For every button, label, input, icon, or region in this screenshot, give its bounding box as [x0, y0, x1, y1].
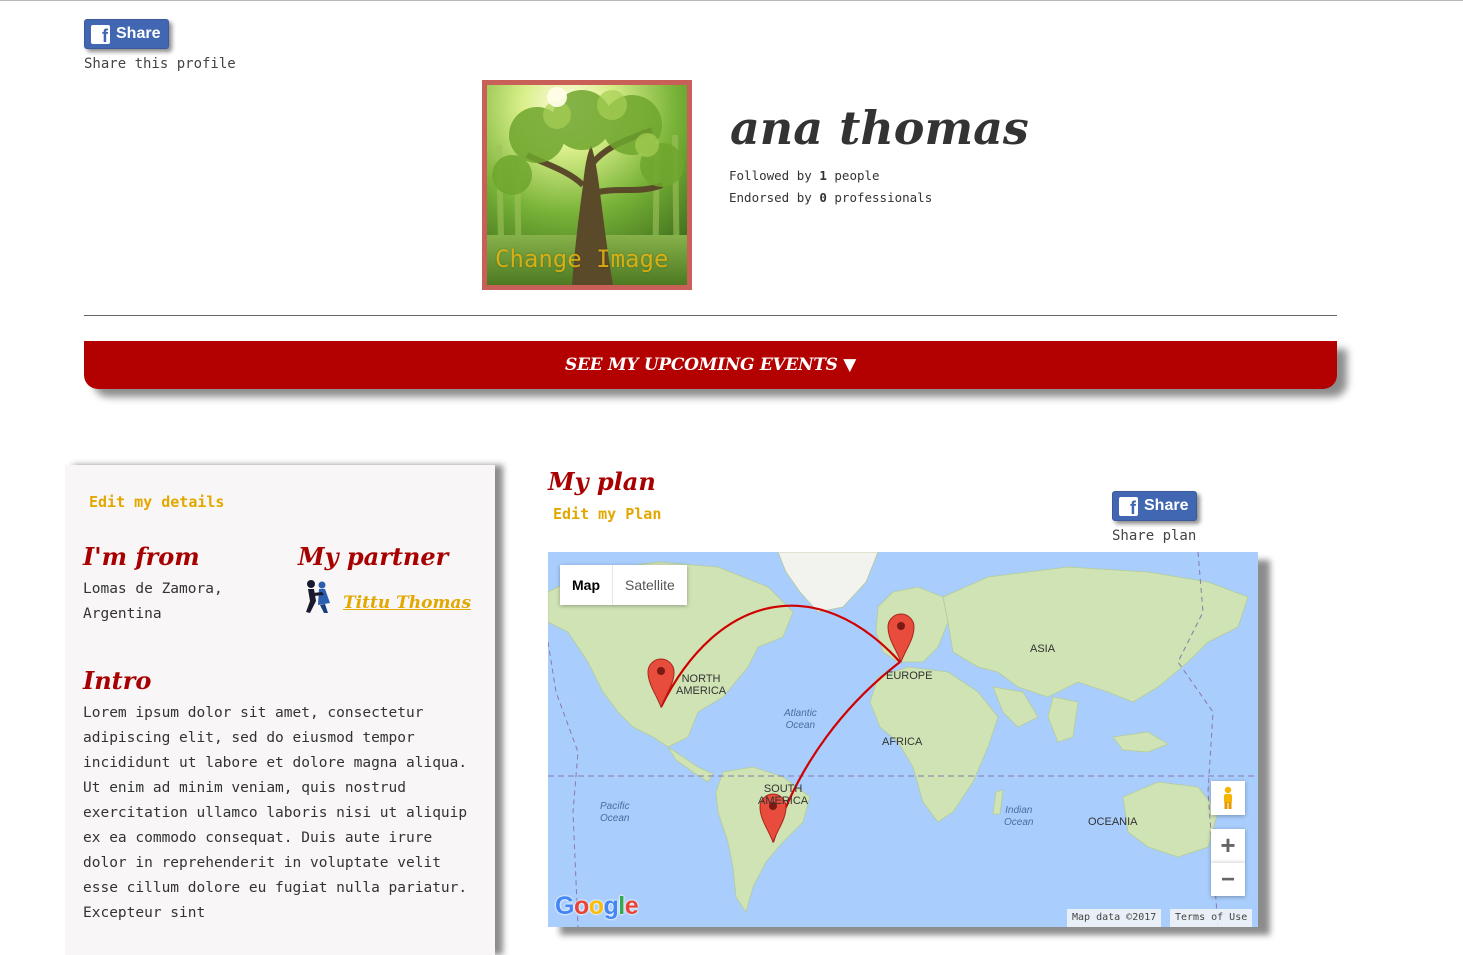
- plan-heading: My plan: [548, 467, 656, 496]
- label-africa: AFRICA: [882, 736, 923, 748]
- intro-line: Ut enim ad minim veniam, quis nostrud: [83, 780, 407, 796]
- plan-map[interactable]: Map Satellite NORTH AMERICA SOUTH AMERICA …: [548, 552, 1258, 927]
- label-asia: ASIA: [1030, 643, 1056, 655]
- label-europe: EUROPE: [886, 670, 933, 682]
- map-type-satellite-button[interactable]: Satellite: [613, 565, 687, 605]
- followed-count: 1: [819, 168, 827, 183]
- share-profile-button[interactable]: f Share: [84, 19, 170, 49]
- from-heading: I'm from: [83, 542, 200, 571]
- label-south-america: SOUTH AMERICA: [758, 783, 809, 807]
- upcoming-events-button[interactable]: SEE MY UPCOMING EVENTS ▼: [84, 341, 1337, 389]
- followed-prefix: Followed by: [729, 168, 812, 183]
- intro-line: Excepteur sint: [83, 905, 206, 921]
- map-type-map-button[interactable]: Map: [560, 565, 613, 605]
- google-logo: Google: [555, 892, 639, 920]
- share-plan-caption: Share plan: [1112, 528, 1197, 544]
- intro-line: incididunt ut labore et dolore magna ali…: [83, 755, 468, 771]
- intro-line: dolor in reprehenderit in voluptate veli…: [83, 855, 441, 871]
- facebook-icon: f: [91, 24, 110, 44]
- map-type-control: Map Satellite: [560, 565, 687, 605]
- intro-line: exercitation ullamco laboris nisi ut ali…: [83, 805, 468, 821]
- terms-of-use-link[interactable]: Terms of Use: [1170, 909, 1253, 927]
- profile-name: ana thomas: [730, 101, 1029, 155]
- share-profile-button-label: Share: [116, 25, 161, 42]
- share-plan-button[interactable]: f Share: [1112, 491, 1198, 521]
- dancing-couple-icon: [306, 580, 330, 613]
- intro-line: ex ea commodo consequat. Duis aute irure: [83, 830, 433, 846]
- profile-picture[interactable]: Change Image: [482, 80, 692, 290]
- label-indian-ocean: Indian Ocean: [1004, 805, 1034, 828]
- intro-line: Lorem ipsum dolor sit amet, consectetur: [83, 705, 424, 721]
- label-north-america: NORTH AMERICA: [676, 673, 727, 697]
- endorsed-suffix: professionals: [834, 190, 933, 205]
- intro-heading: Intro: [83, 666, 152, 695]
- from-location: Lomas de Zamora, Argentina: [83, 577, 223, 627]
- label-atlantic-ocean: Atlantic Ocean: [784, 708, 817, 731]
- partner-link[interactable]: Tittu Thomas: [343, 593, 471, 613]
- endorsed-count: 0: [819, 190, 827, 205]
- facebook-icon: f: [1119, 496, 1138, 516]
- from-line-2: Argentina: [83, 606, 162, 622]
- edit-plan-link[interactable]: Edit my Plan: [553, 505, 661, 523]
- label-oceania: OCEANIA: [1088, 816, 1138, 828]
- followed-by-line: Followed by 1 people: [729, 168, 880, 183]
- header-divider: [84, 315, 1337, 316]
- change-image-link[interactable]: Change Image: [495, 245, 668, 273]
- share-plan-button-label: Share: [1144, 497, 1189, 514]
- zoom-out-button[interactable]: −: [1211, 862, 1245, 896]
- label-pacific-ocean: Pacific Ocean: [600, 801, 630, 824]
- intro-line: esse cillum dolore eu fugiat nulla paria…: [83, 880, 468, 896]
- partner-heading: My partner: [298, 542, 449, 571]
- map-data-attribution: Map data ©2017: [1067, 909, 1162, 927]
- intro-line: adipiscing elit, sed do eiusmod tempor: [83, 730, 415, 746]
- followed-suffix: people: [834, 168, 880, 183]
- zoom-in-button[interactable]: +: [1211, 829, 1245, 862]
- endorsed-by-line: Endorsed by 0 professionals: [729, 190, 932, 205]
- intro-text: Lorem ipsum dolor sit amet, consectetur …: [83, 701, 467, 926]
- pegman-streetview-control[interactable]: [1211, 781, 1245, 815]
- edit-details-link[interactable]: Edit my details: [89, 493, 224, 511]
- pegman-icon: [1224, 786, 1232, 809]
- share-profile-caption: Share this profile: [84, 56, 236, 72]
- endorsed-prefix: Endorsed by: [729, 190, 812, 205]
- from-line-1: Lomas de Zamora,: [83, 581, 223, 597]
